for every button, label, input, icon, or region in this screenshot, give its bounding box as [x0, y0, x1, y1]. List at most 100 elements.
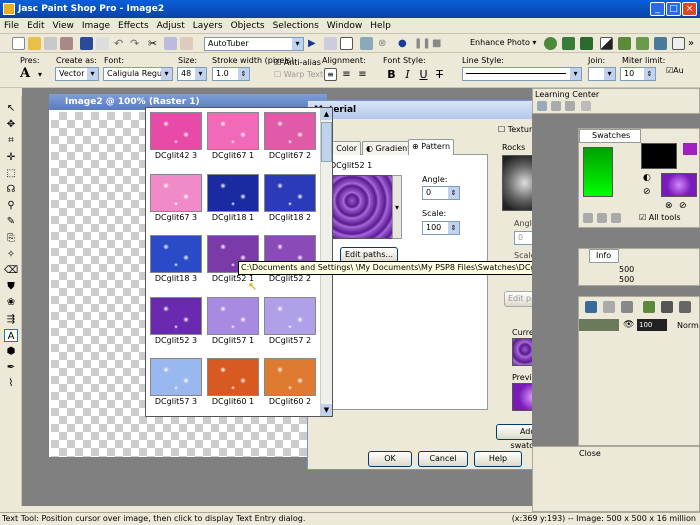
miter-limit-input[interactable]: 10 [620, 67, 656, 81]
run-script-icon[interactable]: ▶ [308, 37, 321, 50]
paint-brush-tool-icon[interactable]: ✎ [4, 215, 18, 228]
texture-off-icon[interactable]: ⊘ [679, 201, 689, 211]
layer-blend-mode[interactable]: Norm [677, 321, 699, 330]
pattern-cell[interactable]: DCglit57 3 [148, 356, 204, 407]
pattern-cell[interactable]: DCglit52 2 [262, 233, 318, 284]
layer-new-icon[interactable] [585, 301, 597, 313]
info-tab[interactable]: Info [589, 249, 619, 263]
lc-home-icon[interactable] [537, 101, 547, 111]
italic-icon[interactable]: I [401, 68, 414, 81]
scroll-up-icon[interactable]: ▲ [321, 108, 332, 120]
align-center-icon[interactable]: ≡ [340, 68, 353, 81]
bold-icon[interactable]: B [385, 68, 398, 81]
foreground-swatch[interactable] [641, 143, 677, 169]
script-mode-icon[interactable] [340, 37, 353, 50]
cancel-script-icon[interactable]: ⊗ [378, 37, 391, 50]
lc-options-icon[interactable] [581, 101, 591, 111]
text-tool-icon[interactable]: A [4, 328, 18, 342]
saturation-icon[interactable] [654, 37, 667, 50]
cancel-button[interactable]: Cancel [418, 451, 468, 467]
swatch-grid[interactable] [583, 147, 613, 197]
fix-icon[interactable] [544, 37, 557, 50]
cut-icon[interactable]: ✂ [148, 37, 161, 50]
pattern-cell[interactable]: DCglit60 2 [262, 356, 318, 407]
font-select[interactable]: Caligula Regular [103, 67, 173, 81]
maximize-icon[interactable]: □ [666, 2, 681, 16]
levels-icon[interactable] [600, 37, 613, 50]
swatch-delete-icon[interactable] [611, 213, 621, 223]
menu-item-image[interactable]: Image [78, 18, 114, 34]
menu-item-layers[interactable]: Layers [189, 18, 227, 34]
dropper-tool-icon[interactable]: ⚲ [4, 199, 18, 212]
pause-icon[interactable]: ❚❚ [414, 37, 431, 50]
text-preset-icon[interactable]: A [20, 66, 30, 81]
join-select[interactable] [588, 67, 616, 81]
line-style-select[interactable] [462, 67, 582, 81]
open-icon[interactable] [28, 37, 41, 50]
redo-icon[interactable]: ↷ [130, 37, 143, 50]
angle-input[interactable]: 0 [422, 186, 460, 200]
menu-item-file[interactable]: File [0, 18, 23, 34]
size-select[interactable]: 48 [177, 67, 207, 81]
preset-dropdown-icon[interactable]: ▾ [38, 70, 51, 83]
pattern-cell[interactable]: DCglit18 1 [205, 172, 261, 223]
transparent-icon[interactable]: ⊗ [665, 201, 675, 211]
fill-tool-icon[interactable]: ⛊ [4, 280, 18, 293]
help-button[interactable]: Help [474, 451, 522, 467]
pattern-cell[interactable]: DCglit67 2 [262, 110, 318, 161]
color-balance-icon[interactable] [562, 37, 575, 50]
layer-mask-icon[interactable] [661, 301, 673, 313]
swatches-tab[interactable]: Swatches [579, 129, 641, 143]
underline-icon[interactable]: U [417, 68, 430, 81]
freehand-selection-tool-icon[interactable]: ☊ [4, 183, 18, 196]
clone-brush-tool-icon[interactable]: ⎘ [4, 232, 18, 245]
lc-back-icon[interactable] [551, 101, 561, 111]
create-as-select[interactable]: Vector [55, 67, 99, 81]
browse-icon[interactable] [44, 37, 57, 50]
stroke-width-input[interactable]: 1.0 [212, 67, 250, 81]
layer-delete-icon[interactable] [621, 301, 633, 313]
warp-text-checkbox[interactable]: ☐ Warp Text [274, 70, 323, 79]
pan-tool-icon[interactable]: ✥ [4, 118, 18, 131]
antialias-checkbox[interactable]: ☑ Anti-alias [274, 58, 321, 67]
pattern-cell[interactable]: DCglit52 3 [148, 295, 204, 346]
menu-item-window[interactable]: Window [323, 18, 367, 34]
warp-tool-icon[interactable]: ⌇ [4, 377, 18, 390]
lc-forward-icon[interactable] [565, 101, 575, 111]
new-icon[interactable] [12, 37, 25, 50]
noise-icon[interactable] [672, 37, 685, 50]
selection-tool-icon[interactable]: ⬚ [4, 167, 18, 180]
texture-toggle-icon[interactable]: ⊘ [643, 187, 653, 197]
script-select[interactable]: AutoTuber [204, 37, 304, 51]
pattern-cell[interactable]: DCglit57 2 [262, 295, 318, 346]
auto-kern-checkbox[interactable]: ☑Au [666, 66, 684, 75]
align-right-icon[interactable]: ≡ [356, 68, 369, 81]
layer-duplicate-icon[interactable] [603, 301, 615, 313]
clarify-icon[interactable] [618, 37, 631, 50]
retouch-tool-icon[interactable]: ✧ [4, 248, 18, 261]
layer-group-icon[interactable] [679, 301, 691, 313]
preset-shape-tool-icon[interactable]: ⬢ [4, 345, 18, 358]
swatch-new-icon[interactable] [597, 213, 607, 223]
menu-item-adjust[interactable]: Adjust [153, 18, 189, 34]
pen-tool-icon[interactable]: ✒ [4, 361, 18, 374]
pattern-cell[interactable]: DCglit52 1 [205, 233, 261, 284]
move-tool-icon[interactable]: ✛ [4, 151, 18, 164]
close-label[interactable]: Close [579, 449, 601, 458]
pattern-cell[interactable]: DCglit67 3 [148, 172, 204, 223]
scroll-thumb[interactable] [321, 122, 332, 162]
pattern-cell[interactable]: DCglit60 1 [205, 356, 261, 407]
layer-opacity[interactable]: 100 [637, 319, 667, 331]
picture-tube-tool-icon[interactable]: ❀ [4, 296, 18, 309]
stop-icon[interactable]: ■ [432, 37, 445, 50]
save-icon[interactable] [80, 37, 93, 50]
tab-pattern[interactable]: ⊕ Pattern [408, 139, 455, 155]
script-run-icon[interactable] [360, 37, 373, 50]
tab-gradient[interactable]: ◐ Gradient [362, 141, 415, 155]
layer-adjust-icon[interactable] [643, 301, 655, 313]
copy-icon[interactable] [164, 37, 177, 50]
pattern-cell[interactable]: DCglit67 1 [205, 110, 261, 161]
swatch-view-icon[interactable] [583, 213, 593, 223]
all-tools-checkbox[interactable]: ☑ All tools [639, 213, 681, 222]
menu-item-effects[interactable]: Effects [114, 18, 153, 34]
